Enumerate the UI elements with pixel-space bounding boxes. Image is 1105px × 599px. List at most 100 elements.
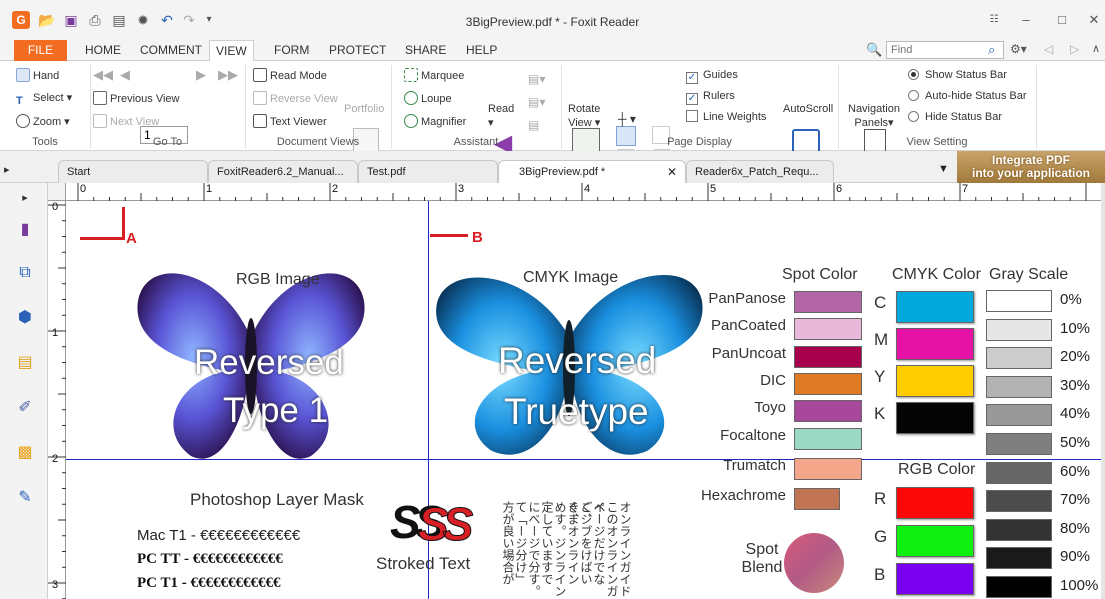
magnifier-button[interactable]: Magnifier xyxy=(404,114,466,129)
gray-percent-label: 20% xyxy=(1060,348,1091,366)
read-mode-button[interactable]: Read Mode xyxy=(253,68,327,83)
first-page-icon[interactable]: ◀◀ xyxy=(93,68,113,82)
autohide-status-bar-radio[interactable]: Auto-hide Status Bar xyxy=(908,89,1027,103)
previous-page-icon[interactable]: ◀ xyxy=(120,68,130,82)
page-layout-icon[interactable]: ┼ ▾ xyxy=(618,112,636,126)
cmyk-channel-label: M xyxy=(874,330,889,349)
select-tool-button[interactable]: T Select ▾ xyxy=(16,91,72,108)
menu-help[interactable]: HELP xyxy=(460,40,503,61)
read-button[interactable]: Read ▾ xyxy=(488,102,514,130)
show-status-bar-radio[interactable]: Show Status Bar xyxy=(908,68,1007,82)
cmyk-color-title: CMYK Color xyxy=(892,266,981,283)
hide-status-bar-radio[interactable]: Hide Status Bar xyxy=(908,110,1002,124)
menu-comment[interactable]: COMMENT xyxy=(134,40,208,61)
marquee-button[interactable]: Marquee xyxy=(404,68,464,83)
signature-icon[interactable]: ✎ xyxy=(15,488,35,508)
gray-scale-title: Gray Scale xyxy=(989,266,1069,283)
guides-checkbox[interactable]: ✓ Guides xyxy=(686,68,738,84)
gray-percent-label: 10% xyxy=(1060,319,1091,337)
spot-color-swatch xyxy=(794,458,862,480)
hand-tool-button[interactable]: Hand xyxy=(16,68,59,83)
ruler-number: 0 xyxy=(80,183,87,195)
collapse-ribbon-icon[interactable]: ∧ xyxy=(1092,42,1100,55)
next-page-icon[interactable]: ▶ xyxy=(196,68,206,82)
rulers-checkbox[interactable]: ✓ Rulers xyxy=(686,89,735,105)
ruler-number: 2 xyxy=(52,453,59,465)
jp-column: て「ージ分け」 xyxy=(514,501,528,585)
stroked-text-caption: Stroked Text xyxy=(376,554,471,573)
rotate-view-button[interactable]: Rotate View ▾ xyxy=(568,102,600,130)
layers-icon[interactable]: ⬢ xyxy=(15,308,35,328)
spot-color-label: PanUncoat xyxy=(711,345,786,362)
ribbon-display-icon[interactable]: ☷ xyxy=(982,10,1006,30)
rgb-swatch xyxy=(896,525,974,557)
gray-swatch xyxy=(986,547,1052,570)
gray-swatch xyxy=(986,404,1052,427)
tab-reader-patch[interactable]: Reader6x_Patch_Requ... xyxy=(686,160,834,183)
zoom-tool-button[interactable]: Zoom ▾ xyxy=(16,114,70,129)
gray-swatch xyxy=(986,518,1052,541)
japanese-text-block: オンラインガイド このオンラインガイ ページだけでなく、 ごジブをけばいく、 き… xyxy=(496,501,631,599)
maximize-button[interactable]: □ xyxy=(1050,10,1074,30)
vertical-ruler[interactable]: 0 1 2 3 xyxy=(48,201,66,599)
zoom-icon xyxy=(16,114,30,128)
marker-a-hline xyxy=(80,237,125,240)
integrate-pdf-banner[interactable]: Integrate PDF into your application xyxy=(957,151,1105,183)
find-previous-icon[interactable]: ◁ xyxy=(1044,42,1053,56)
tab-close-icon[interactable]: ✕ xyxy=(667,161,677,183)
group-label-tools: Tools xyxy=(32,136,58,148)
search-settings-icon[interactable]: ⚙▾ xyxy=(1010,42,1027,56)
group-label-document-views: Document Views xyxy=(276,136,360,148)
tab-test-pdf[interactable]: Test.pdf xyxy=(358,160,498,183)
reversed-truetype-line1: Reversed xyxy=(498,340,657,381)
gray-percent-label: 30% xyxy=(1060,376,1091,394)
attachments-icon[interactable]: ✐ xyxy=(15,398,35,418)
tab-start[interactable]: Start xyxy=(58,160,208,183)
last-page-icon[interactable]: ▶▶ xyxy=(218,68,238,82)
navigation-panels-button[interactable]: Navigation Panels▾ xyxy=(848,102,900,130)
toggle-tab-icon[interactable]: ▸ xyxy=(4,163,10,176)
vertical-scrollbar[interactable] xyxy=(1101,183,1105,599)
line-weights-checkbox[interactable]: Line Weights xyxy=(686,110,766,124)
menu-file[interactable]: FILE xyxy=(14,40,67,61)
autoscroll-button[interactable]: AutoScroll xyxy=(783,102,833,116)
tab-list-dropdown-icon[interactable]: ▼ xyxy=(938,163,949,175)
read-controls[interactable]: ▤▾ ▤▾ ▤ xyxy=(528,68,545,137)
text-viewer-button[interactable]: Text Viewer xyxy=(253,114,327,129)
reverse-view-button[interactable]: Reverse View xyxy=(253,91,338,106)
gray-swatch xyxy=(986,490,1052,513)
menu-home[interactable]: HOME xyxy=(79,40,127,61)
rgb-swatch xyxy=(896,563,974,595)
pages-icon[interactable]: ⧉ xyxy=(15,263,35,283)
menu-view[interactable]: VIEW xyxy=(209,40,254,62)
gray-swatch xyxy=(986,461,1052,484)
loupe-button[interactable]: Loupe xyxy=(404,91,452,106)
spot-color-label: DIC xyxy=(760,372,786,389)
gray-swatch xyxy=(986,375,1052,398)
tab-3bigpreview[interactable]: 3BigPreview.pdf * ✕ xyxy=(498,160,686,183)
menu-form[interactable]: FORM xyxy=(268,40,315,61)
menu-share[interactable]: SHARE xyxy=(399,40,452,61)
bookmark-icon[interactable]: ▮ xyxy=(15,220,35,240)
tab-foxit-manual[interactable]: FoxitReader6.2_Manual... xyxy=(208,160,358,183)
spot-color-swatch xyxy=(794,428,862,450)
portfolio-button[interactable]: Portfolio xyxy=(344,102,384,116)
cmyk-channel-label: K xyxy=(874,404,886,423)
search-icon[interactable]: ⌕ xyxy=(988,42,995,58)
cmyk-swatch xyxy=(896,402,974,434)
horizontal-ruler[interactable]: 0 1 2 3 4 5 6 7 xyxy=(66,183,1105,201)
minimize-button[interactable]: – xyxy=(1014,10,1038,30)
menu-protect[interactable]: PROTECT xyxy=(323,40,392,61)
expand-pane-icon[interactable]: ▸ xyxy=(15,188,35,208)
cmyk-channel-label: C xyxy=(874,293,887,312)
spot-color-swatch xyxy=(794,346,862,368)
pc-t1-text: PC T1 - €€€€€€€€€€€€ xyxy=(137,575,281,591)
hand-icon xyxy=(16,68,30,82)
find-next-icon[interactable]: ▷ xyxy=(1070,42,1079,56)
comments-icon[interactable]: ▤ xyxy=(15,353,35,373)
close-button[interactable]: ✕ xyxy=(1082,10,1105,30)
find-input[interactable] xyxy=(886,41,1004,59)
lock-icon[interactable]: ▩ xyxy=(15,443,35,463)
next-view-button[interactable]: Next View xyxy=(93,114,159,129)
previous-view-button[interactable]: Previous View xyxy=(93,91,180,106)
